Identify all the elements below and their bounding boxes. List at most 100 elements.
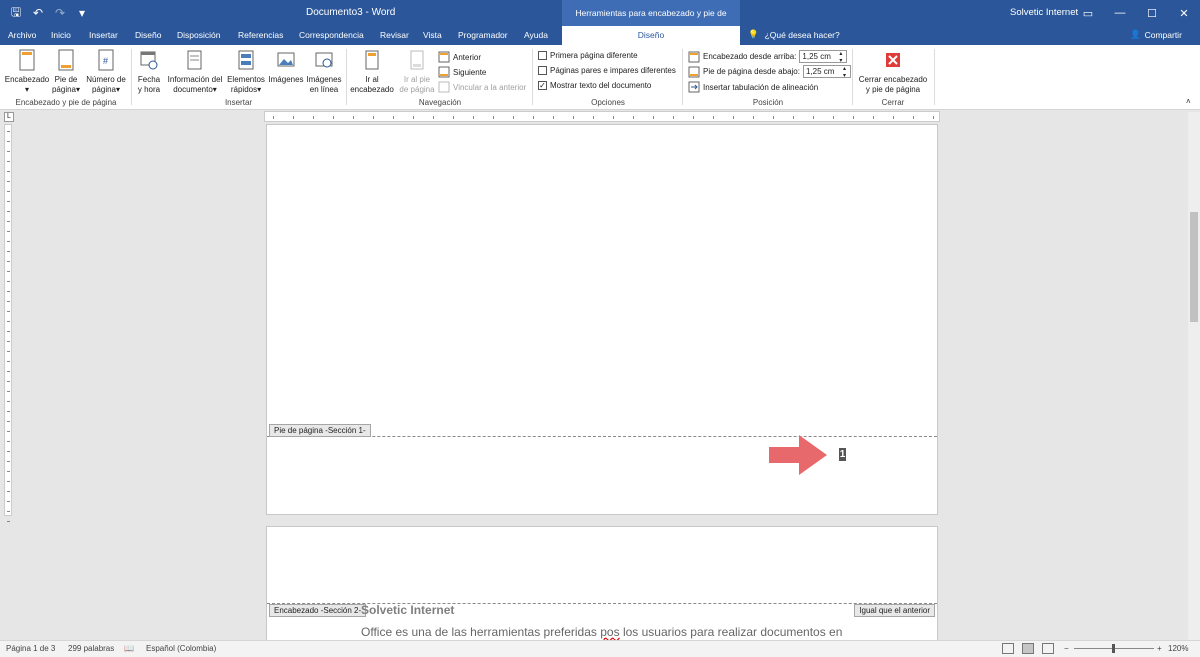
page-number-icon: # [98,49,114,71]
next-button[interactable]: Siguiente [438,66,486,78]
undo-icon[interactable]: ↶ [28,4,48,22]
ruler-tick [7,241,10,242]
horizontal-ruler[interactable] [264,111,940,122]
footer-section-tag: Pie de página -Sección 1- [269,424,371,437]
page-number-field[interactable]: 1 [839,448,846,461]
zoom-level[interactable]: 120% [1168,644,1188,653]
read-mode-icon[interactable] [1002,643,1014,654]
ruler-tick [7,371,10,372]
header-from-top-spinner[interactable]: 1,25 cm [799,50,848,64]
ruler-tick [7,381,10,382]
vertical-scrollbar[interactable] [1188,112,1200,640]
ruler-tick [7,411,10,412]
go-to-footer-button[interactable]: Ir al pie de página [398,49,436,95]
link-to-previous-button[interactable]: Vincular a la anterior [438,81,526,93]
ruler-tick [713,116,714,119]
previous-button[interactable]: Anterior [438,51,481,63]
ruler-tick [7,391,10,392]
account-name[interactable]: Solvetic Internet [1010,7,1078,18]
document-page[interactable]: Pie de página -Sección 1- 1 [266,124,938,515]
tab-inicio[interactable]: Inicio [51,30,71,40]
ruler-tick [7,341,10,342]
save-icon[interactable]: 🖫 [6,4,26,22]
share-button[interactable]: 👤 Compartir [1130,29,1182,40]
language-indicator[interactable]: Español (Colombia) [146,644,216,653]
ruler-tick [7,281,10,282]
group-separator [346,49,347,105]
different-odd-even-checkbox[interactable]: Páginas pares e impares diferentes [538,66,676,75]
close-header-footer-label-1: Cerrar encabezado [858,75,928,84]
header-from-top-control: Encabezado desde arriba: 1,25 cm [688,50,848,64]
footer-label-1: Pie de [54,75,78,84]
tab-insertar[interactable]: Insertar [89,30,118,40]
footer-button[interactable]: Pie de página▾ [50,49,82,95]
footer-from-bottom-spinner[interactable]: 1,25 cm [802,65,851,79]
proofing-icon[interactable]: 📖 [124,644,134,653]
page-count[interactable]: Página 1 de 3 [6,644,55,653]
collapse-ribbon-icon[interactable]: ˄ [1186,97,1191,106]
page-number-button[interactable]: # Número de página▾ [84,49,128,95]
tell-me-search[interactable]: 💡 ¿Qué desea hacer? [748,29,840,40]
ruler-tick [493,116,494,119]
document-info-button[interactable]: Información del documento▾ [164,49,226,95]
tab-referencias[interactable]: Referencias [238,30,283,40]
ruler-tick [533,116,534,119]
tab-revisar[interactable]: Revisar [380,30,409,40]
ruler-tick [413,116,414,119]
arrow-right-icon [769,435,827,475]
print-layout-icon[interactable] [1022,643,1034,654]
tab-archivo[interactable]: Archivo [8,30,36,40]
date-time-button[interactable]: Fecha y hora [134,49,164,95]
go-to-header-button[interactable]: Ir al encabezado [350,49,394,95]
misspelled-word[interactable]: pos [600,625,619,639]
document-heading: Solvetic Internet [361,603,455,617]
group-label-header-footer: Encabezado y pie de página [15,98,117,107]
zoom-out-icon[interactable]: − [1064,644,1069,653]
scrollbar-thumb[interactable] [1190,212,1198,322]
word-count[interactable]: 299 palabras [68,644,114,653]
tab-correspondencia[interactable]: Correspondencia [299,30,364,40]
group-separator [852,49,853,105]
pictures-button[interactable]: Imágenes [267,49,305,85]
ruler-tick [7,491,10,492]
document-page[interactable]: Encabezado -Sección 2- Igual que el ante… [266,526,938,641]
vertical-ruler[interactable] [4,124,12,522]
ruler-tick [7,451,10,452]
go-to-footer-label-1: Ir al pie [403,75,431,84]
maximize-button[interactable]: ☐ [1136,0,1168,26]
share-label: Compartir [1144,29,1182,40]
different-first-page-checkbox[interactable]: Primera página diferente [538,51,638,60]
zoom-slider-knob[interactable] [1112,644,1115,653]
redo-icon[interactable]: ↷ [50,4,70,22]
tab-diseno-header-footer[interactable]: Diseño [562,26,740,45]
online-pictures-label-1: Imágenes [306,75,342,84]
online-pictures-button[interactable]: Imágenes en línea [305,49,343,95]
tab-programador[interactable]: Programador [458,30,508,40]
show-document-text-checkbox[interactable]: ✓ Mostrar texto del documento [538,81,651,90]
ruler-tick [313,116,314,119]
ruler-tick [753,116,754,119]
insert-alignment-tab-button[interactable]: Insertar tabulación de alineación [688,81,818,93]
lightbulb-icon: 💡 [748,29,759,39]
tab-selector[interactable]: L [4,112,14,122]
paragraph-text: Office es una de las herramientas prefer… [361,625,601,639]
tab-diseno[interactable]: Diseño [135,30,161,40]
customize-qat-icon[interactable]: ▾ [72,4,92,22]
minimize-button[interactable]: — [1104,0,1136,26]
quick-parts-label-1: Elementos [227,75,265,84]
ruler-tick [7,131,10,132]
tab-vista[interactable]: Vista [423,30,442,40]
tab-disposicion[interactable]: Disposición [177,30,220,40]
ribbon-display-options-icon[interactable]: ▭ [1072,0,1104,26]
close-button[interactable]: ✕ [1168,0,1200,26]
tab-ayuda[interactable]: Ayuda [524,30,548,40]
quick-parts-button[interactable]: Elementos rápidos▾ [226,49,266,95]
checkbox-unchecked [538,66,547,75]
ruler-tick [7,521,10,522]
web-layout-icon[interactable] [1042,643,1054,654]
ribbon-tabs: Archivo Inicio Insertar Diseño Disposici… [0,26,1200,45]
close-header-footer-button[interactable]: Cerrar encabezado y pie de página [856,49,930,95]
ruler-tick [733,116,734,119]
zoom-in-icon[interactable]: + [1157,644,1162,653]
header-button[interactable]: Encabezado ▾ [4,49,50,95]
